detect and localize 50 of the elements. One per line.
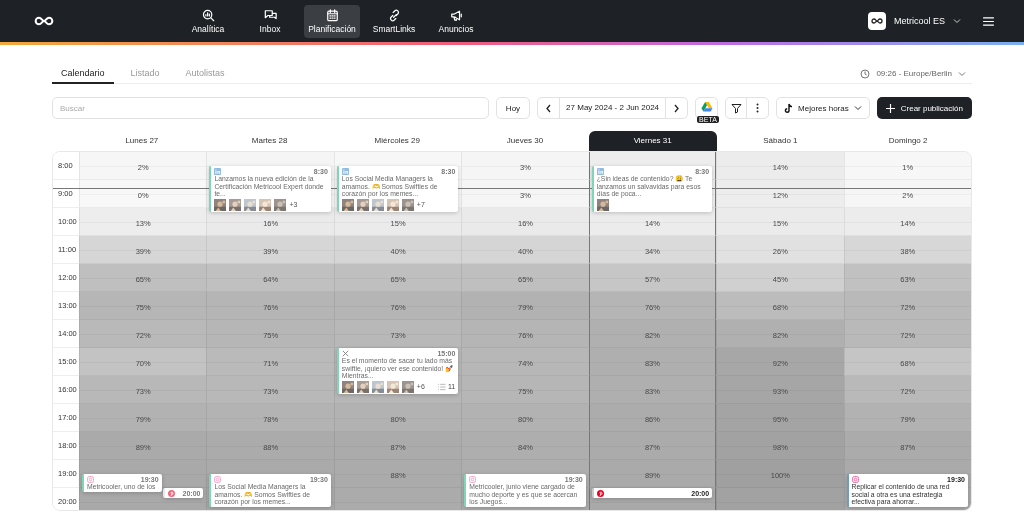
chat-bubbles-icon bbox=[263, 8, 277, 22]
menu-icon[interactable] bbox=[983, 16, 994, 26]
chevron-right-icon bbox=[673, 103, 681, 113]
chevron-down-icon bbox=[953, 18, 961, 24]
view-tab[interactable]: Calendario bbox=[52, 64, 114, 84]
create-post-button[interactable]: Crear publicación bbox=[876, 97, 972, 119]
day-header: Lunes 27 bbox=[124, 135, 160, 147]
x-icon bbox=[341, 349, 349, 357]
account-menu[interactable]: Metricool ES bbox=[867, 12, 961, 30]
calendar-icon bbox=[325, 8, 339, 22]
logo-icon bbox=[869, 16, 884, 26]
pinterest-icon bbox=[168, 489, 176, 497]
list-icon bbox=[437, 382, 446, 391]
linkedin-icon bbox=[214, 167, 222, 175]
today-button[interactable]: Hoy bbox=[495, 97, 531, 119]
chevron-left-icon bbox=[545, 103, 553, 113]
day-header: Domingo 2 bbox=[887, 135, 929, 147]
clock-icon bbox=[860, 68, 871, 79]
instagram-icon bbox=[469, 475, 477, 483]
chevron-down-icon bbox=[853, 105, 862, 111]
linkedin-icon bbox=[596, 167, 604, 175]
day-header: Miércoles 29 bbox=[373, 135, 421, 147]
plus-icon bbox=[885, 103, 895, 113]
linkedin-icon bbox=[341, 167, 349, 175]
search-field[interactable]: Buscar bbox=[52, 97, 489, 119]
instagram-icon bbox=[87, 475, 94, 483]
timezone-selector[interactable]: 09:26 - Europe/Berlin bbox=[860, 68, 972, 79]
nav-item[interactable]: Anuncios bbox=[428, 4, 484, 38]
date-range: 27 May 2024 - 2 Jun 2024 bbox=[559, 98, 667, 118]
search-chart-icon bbox=[201, 8, 215, 22]
nav-item[interactable]: SmartLinks bbox=[366, 4, 422, 38]
filter-icon bbox=[730, 102, 742, 114]
link-icon bbox=[387, 8, 401, 22]
logo-icon[interactable] bbox=[34, 16, 54, 26]
megaphone-icon bbox=[449, 8, 463, 22]
nav-item[interactable]: Analítica bbox=[180, 4, 236, 38]
best-hours-dropdown[interactable]: Mejores horas bbox=[776, 97, 870, 119]
instagram-icon bbox=[851, 475, 859, 483]
day-header: Martes 28 bbox=[250, 135, 289, 147]
pinterest-icon bbox=[596, 489, 604, 497]
day-header: Viernes 31 bbox=[588, 131, 717, 151]
day-header: Sábado 1 bbox=[762, 135, 799, 147]
day-header: Jueves 30 bbox=[505, 135, 545, 147]
chevron-down-icon bbox=[958, 70, 966, 77]
music-note-icon bbox=[784, 103, 794, 113]
nav-item[interactable]: Planificación bbox=[304, 4, 360, 38]
instagram-icon bbox=[214, 475, 222, 483]
drive-icon bbox=[700, 101, 713, 112]
nav-item[interactable]: Inbox bbox=[242, 4, 298, 38]
kebab-icon bbox=[756, 103, 760, 113]
